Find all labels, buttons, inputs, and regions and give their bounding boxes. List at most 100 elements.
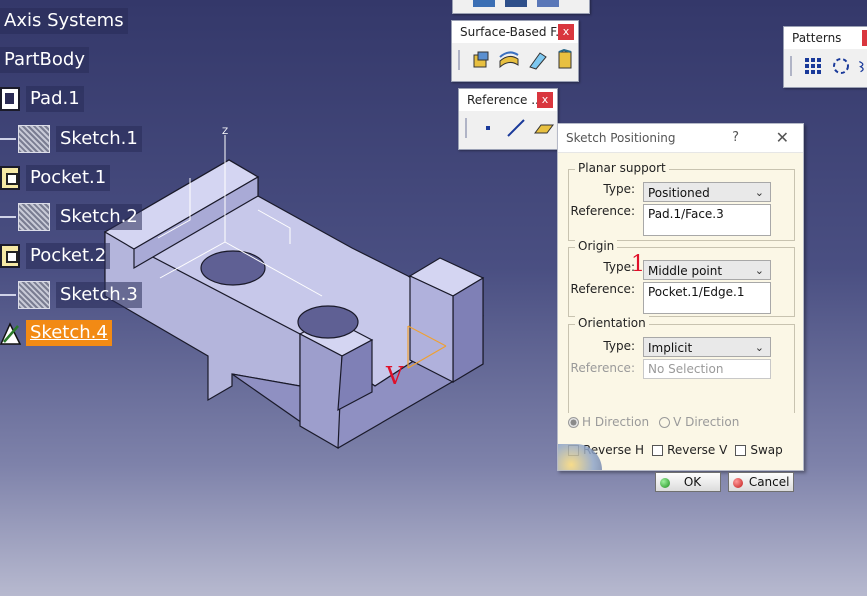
- tree-label: Pocket.2: [26, 243, 111, 269]
- toolbar-reference[interactable]: Reference ... x: [458, 88, 558, 150]
- pocket-icon: [0, 166, 20, 190]
- close-icon[interactable]: ✕: [776, 124, 789, 152]
- toolbar-patterns[interactable]: Patterns x: [783, 26, 867, 88]
- sketch-icon: [18, 203, 50, 231]
- tree-label: PartBody: [0, 47, 89, 73]
- toolbar-title-text: Patterns: [792, 31, 842, 45]
- close-icon[interactable]: x: [537, 92, 553, 108]
- tree-label-selected: Sketch.4: [26, 320, 112, 346]
- tree-label: Pad.1: [26, 86, 84, 112]
- reverse-checkboxes: Reverse H Reverse V Swap: [568, 443, 783, 457]
- planar-type-select[interactable]: Positioned ⌄: [643, 182, 771, 202]
- tree-label: Axis Systems: [0, 8, 128, 34]
- toolbar-title-text: Surface-Based F...: [460, 25, 567, 39]
- chevron-down-icon: ⌄: [754, 186, 764, 199]
- close-surface-icon[interactable]: [526, 49, 548, 71]
- close-icon[interactable]: x: [862, 30, 867, 46]
- dialog-title: Sketch Positioning: [566, 131, 676, 145]
- origin-type-select[interactable]: Middle point ⌄: [643, 260, 771, 280]
- toolbar-icon[interactable]: [537, 0, 559, 7]
- dialog-titlebar[interactable]: Sketch Positioning ? ✕: [558, 124, 803, 153]
- right-block-side: [452, 276, 484, 384]
- hole-1[interactable]: [200, 250, 266, 286]
- checkbox-label: Reverse V: [667, 443, 728, 457]
- direction-radios: H Direction V Direction: [568, 415, 739, 429]
- origin-reference-field[interactable]: Pocket.1/Edge.1: [643, 282, 771, 314]
- radio-icon: [568, 417, 579, 428]
- orientation-type-select[interactable]: Implicit ⌄: [643, 337, 771, 357]
- tree-pocket-2[interactable]: Pocket.2: [0, 243, 111, 269]
- toolbar-title[interactable]: Patterns x: [784, 27, 867, 49]
- sew-surface-icon[interactable]: [554, 49, 576, 71]
- grip-handle[interactable]: [458, 50, 460, 70]
- cancel-button[interactable]: Cancel: [728, 472, 794, 492]
- tree-sketch-2[interactable]: Sketch.2: [0, 203, 142, 231]
- sketch-edit-icon: [0, 322, 22, 345]
- sketch-positioning-dialog[interactable]: Sketch Positioning ? ✕ Planar support Ty…: [557, 123, 804, 492]
- red-annotation-v: V: [385, 362, 404, 390]
- button-label: OK: [683, 475, 702, 489]
- h-direction-radio[interactable]: H Direction: [568, 415, 649, 429]
- grip-handle[interactable]: [790, 56, 792, 76]
- toolbar-title[interactable]: Surface-Based F... x: [452, 21, 578, 43]
- chevron-down-icon: ⌄: [754, 341, 764, 354]
- toolbar-title-text: Reference ...: [467, 93, 543, 107]
- type-label: Type:: [603, 339, 635, 353]
- plane-icon[interactable]: [533, 117, 555, 139]
- cancel-icon: [733, 477, 743, 488]
- toolbar-icon[interactable]: [505, 0, 527, 7]
- reference-label: Reference:: [570, 204, 635, 218]
- tree-pad-1[interactable]: Pad.1: [0, 86, 84, 112]
- swap-checkbox[interactable]: Swap: [735, 443, 783, 457]
- reference-label: Reference:: [570, 361, 635, 375]
- radio-label: H Direction: [582, 415, 650, 429]
- sketch-icon: [18, 281, 50, 309]
- toolbar-top-fragment[interactable]: [452, 0, 590, 14]
- select-value: Positioned: [648, 186, 710, 200]
- checkbox-label: Swap: [750, 443, 783, 457]
- pocket-icon: [0, 244, 20, 268]
- field-value: Pad.1/Face.3: [648, 207, 724, 221]
- type-label: Type:: [603, 182, 635, 196]
- group-title: Origin: [575, 239, 618, 253]
- toolbar-icon[interactable]: [473, 0, 495, 7]
- thick-surface-icon[interactable]: [498, 49, 520, 71]
- v-direction-radio[interactable]: V Direction: [659, 415, 739, 429]
- orientation-reference-field[interactable]: No Selection: [643, 359, 771, 379]
- toolbar-title[interactable]: Reference ... x: [459, 89, 557, 111]
- field-value: Pocket.1/Edge.1: [648, 285, 745, 299]
- grip-handle[interactable]: [465, 118, 467, 138]
- point-icon[interactable]: [477, 117, 499, 139]
- group-title: Orientation: [575, 316, 649, 330]
- close-icon[interactable]: x: [558, 24, 574, 40]
- field-value: No Selection: [648, 362, 724, 376]
- pad-icon: [0, 87, 20, 111]
- hole-2[interactable]: [297, 305, 359, 339]
- help-icon[interactable]: ?: [732, 124, 739, 152]
- user-pattern-icon[interactable]: [858, 55, 867, 77]
- rectangular-pattern-icon[interactable]: [802, 55, 824, 77]
- select-value: Implicit: [648, 341, 693, 355]
- circular-pattern-icon[interactable]: [830, 55, 852, 77]
- split-icon[interactable]: [470, 49, 492, 71]
- tree-sketch-4[interactable]: Sketch.4: [0, 320, 112, 346]
- tree-partbody[interactable]: PartBody: [0, 47, 89, 73]
- planar-reference-field[interactable]: Pad.1/Face.3: [643, 204, 771, 236]
- tree-pocket-1[interactable]: Pocket.1: [0, 165, 111, 191]
- toolbar-body: [452, 43, 578, 77]
- tree-label: Sketch.3: [56, 282, 142, 308]
- line-icon[interactable]: [505, 117, 527, 139]
- tree-axis-systems[interactable]: Axis Systems: [0, 8, 128, 34]
- tree-label: Pocket.1: [26, 165, 111, 191]
- type-label: Type:: [603, 260, 635, 274]
- reverse-v-checkbox[interactable]: Reverse V: [652, 443, 727, 457]
- select-value: Middle point: [648, 264, 723, 278]
- button-label: Cancel: [748, 475, 790, 489]
- checkbox-icon: [652, 445, 664, 456]
- toolbar-surface-based[interactable]: Surface-Based F... x: [451, 20, 579, 82]
- origin-group: Origin Type: 1 Middle point ⌄ Reference:…: [568, 239, 795, 317]
- ok-button[interactable]: OK: [655, 472, 721, 492]
- tree-sketch-3[interactable]: Sketch.3: [0, 281, 142, 309]
- tree-sketch-1[interactable]: Sketch.1: [0, 125, 142, 153]
- tree-connector: [0, 216, 16, 218]
